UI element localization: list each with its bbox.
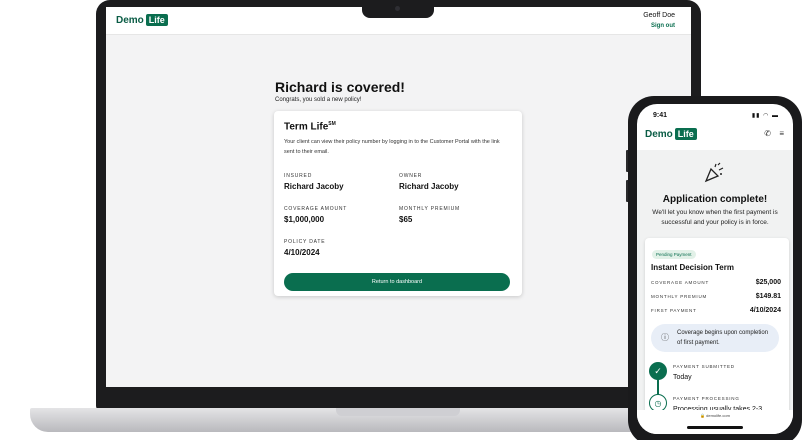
card-title: Instant Decision Term [651,263,734,272]
sign-out-link[interactable]: Sign out [651,23,675,29]
application-title: Application complete! [662,194,768,205]
card-description: Your client can view their policy number… [284,139,500,155]
premium-value: $65 [399,215,413,224]
insured-label: INSURED [284,173,313,179]
page-subtitle: Congrats, you sold a new policy! [275,97,362,103]
policy-card: Pending Payment Instant Decision Term CO… [645,238,789,434]
info-banner: ⓘ Coverage begins upon completion of fir… [651,324,779,352]
party-popper-icon [703,162,725,189]
url-text: 🔒 demolife.com [700,413,730,418]
phone-screen: 9:41 ▮▮ ◠ ▬ Demo Life ✆ ≡ Application co… [637,104,793,434]
status-time: 9:41 [653,112,668,119]
brand-tag: Life [145,14,168,26]
camera-icon [395,6,400,11]
info-icon: ⓘ [661,333,669,342]
first-payment-value: 4/10/2024 [749,307,781,314]
return-to-dashboard-button[interactable]: Return to dashboard [284,273,510,291]
brand-tag: Life [674,128,697,140]
url-value: demolife.com [706,413,730,418]
step-label: PAYMENT PROCESSING [673,396,740,401]
page-title: Richard is covered! [275,79,405,95]
brand-logo[interactable]: Demo Life [645,128,697,140]
coverage-label: COVERAGE AMOUNT [284,206,348,212]
premium-label: MONTHLY PREMIUM [399,206,460,212]
coverage-value: $25,000 [755,279,781,286]
phone-icon[interactable]: ✆ [764,129,771,138]
info-text: Coverage begins upon completion of first… [677,330,769,346]
card-title: Term LifeSM [284,121,336,132]
owner-label: OWNER [399,173,423,179]
first-payment-label: FIRST PAYMENT [651,308,697,313]
browser-url-bar[interactable]: 🔒 demolife.com [637,410,793,434]
home-indicator[interactable] [687,426,743,429]
step-value: Today [673,374,692,381]
policy-name: Term Life [284,121,329,133]
service-mark: SM [328,121,336,127]
application-subtitle: We'll let you know when the first paymen… [652,209,778,226]
policy-date-value: 4/10/2024 [284,248,320,257]
coverage-value: $1,000,000 [284,215,325,224]
insured-value: Richard Jacoby [284,182,344,191]
status-badge: Pending Payment [652,250,696,259]
step-label: PAYMENT SUBMITTED [673,364,735,369]
owner-value: Richard Jacoby [399,182,459,191]
status-icons: ▮▮ ◠ ▬ [751,113,779,119]
coverage-label: COVERAGE AMOUNT [651,280,710,285]
premium-value: $149.81 [755,293,781,300]
laptop-screen: Demo Life Geoff Doe Sign out Richard is … [106,7,691,387]
menu-icon[interactable]: ≡ [779,129,784,138]
brand-name: Demo [645,128,673,140]
policy-date-label: POLICY DATE [284,239,326,245]
policy-card: Term LifeSM Your client can view their p… [274,111,522,296]
brand-logo[interactable]: Demo Life [116,14,168,26]
user-name: Geoff Doe [643,12,675,19]
laptop-groove [336,408,460,416]
check-icon: ✓ [649,362,667,380]
brand-name: Demo [116,14,144,26]
premium-label: MONTHLY PREMIUM [651,294,708,299]
